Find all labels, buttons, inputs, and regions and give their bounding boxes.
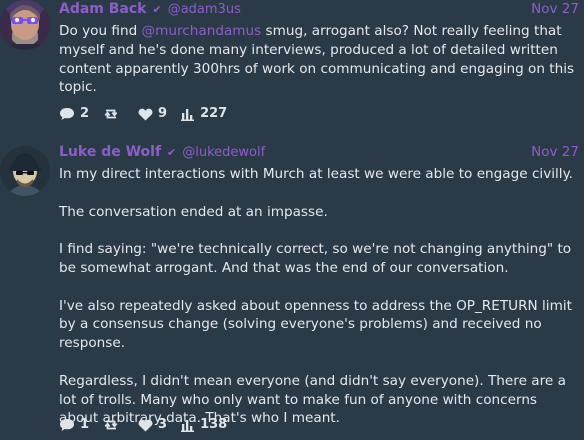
bar-chart-icon [181,419,195,432]
author-name[interactable]: Luke de Wolf ✔ @lukedewolf [59,143,265,162]
author-handle[interactable]: @lukedewolf [182,144,265,162]
avatar[interactable] [0,0,50,50]
reply-button[interactable]: 1 [59,416,89,434]
like-count: 9 [158,106,168,121]
like-button[interactable]: 3 [138,416,167,434]
speech-bubble-icon [60,419,74,431]
author-handle[interactable]: @adam3us [168,1,241,19]
post-paragraph: I've also repeatedly asked about opennes… [59,297,572,352]
author-display-name[interactable]: Adam Back [59,1,147,17]
post-paragraph: The conversation ended at an impasse. [59,203,328,220]
speech-bubble-icon [60,108,74,120]
post-header: Luke de Wolf ✔ @lukedewolf Nov 27 [59,143,579,161]
post-header: Adam Back ✔ @adam3us Nov 27 [59,0,579,18]
view-count: 138 [200,417,228,432]
reply-count: 2 [80,106,90,121]
repost-icon [104,420,118,430]
author-display-name[interactable]: Luke de Wolf [59,144,161,160]
check-icon: ✔ [152,3,162,16]
views-button[interactable]: 138 [181,416,227,434]
mention-link[interactable]: @murchandamus [142,23,262,39]
reply-button[interactable]: 2 [59,105,89,123]
post-adam-back: Adam Back ✔ @adam3us Nov 27 Do you find @m… [0,0,584,130]
avatar[interactable] [0,146,50,196]
post-luke-de-wolf: Luke de Wolf ✔ @lukedewolf Nov 27 In my di… [0,143,584,440]
heart-icon [138,419,153,431]
repost-button[interactable] [103,418,124,432]
author-name[interactable]: Adam Back ✔ @adam3us [59,0,241,19]
post-date[interactable]: Nov 27 [531,0,579,18]
post-actions: 2 9 227 [59,105,241,123]
reply-count: 1 [80,417,90,432]
repost-icon [104,109,118,119]
views-button[interactable]: 227 [181,105,227,123]
post-paragraph: Do you find @murchandamus smug, arrogant… [59,22,576,97]
view-count: 227 [200,106,228,121]
feed: Adam Back ✔ @adam3us Nov 27 Do you find @m… [0,0,584,440]
post-date[interactable]: Nov 27 [531,143,579,161]
post-content: In my direct interactions with Murch at … [59,165,576,428]
post-content: Do you find @murchandamus smug, arrogant… [59,22,576,97]
content-text: Do you find [59,23,142,39]
like-count: 3 [158,417,168,432]
post-paragraph: I find saying: "we're technically correc… [59,241,572,276]
check-icon: ✔ [167,146,177,159]
post-actions: 1 3 138 [59,416,241,434]
post-paragraph: In my direct interactions with Murch at … [59,166,573,182]
repost-button[interactable] [103,107,124,121]
like-button[interactable]: 9 [138,105,167,123]
bar-chart-icon [181,108,195,121]
heart-icon [138,108,153,120]
